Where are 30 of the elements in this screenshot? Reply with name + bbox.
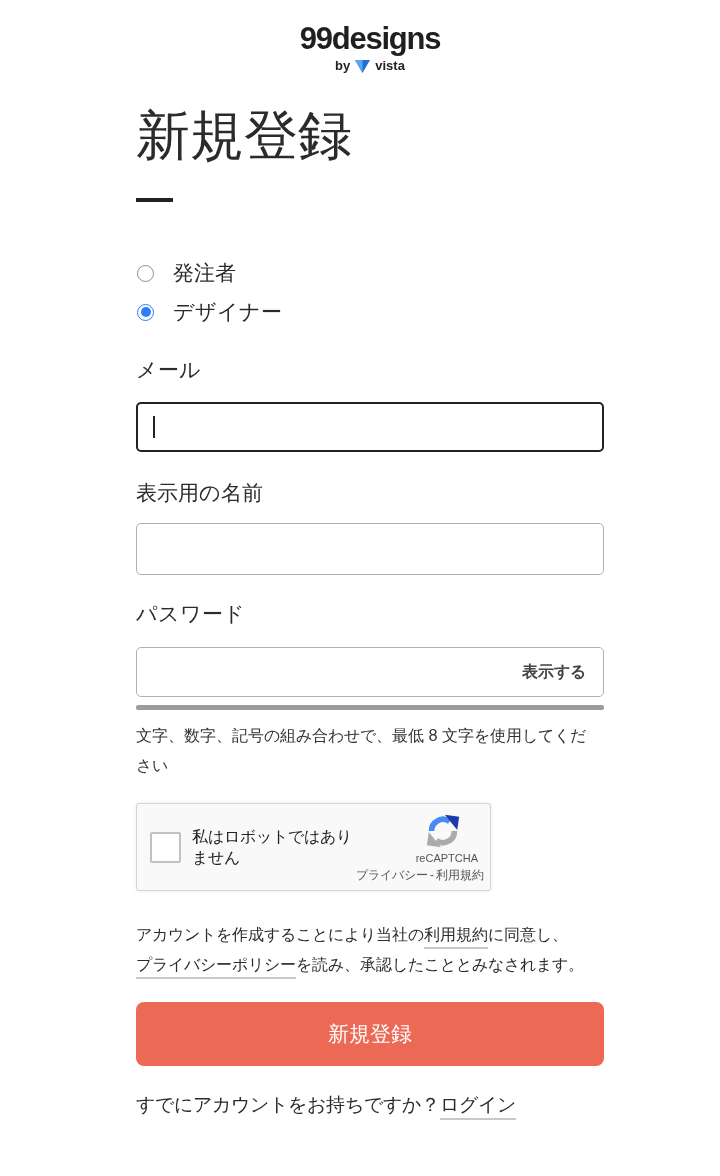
text-cursor <box>153 416 155 438</box>
terms-link[interactable]: プライバシーポリシー <box>136 956 296 973</box>
password-input[interactable]: 表示する <box>136 647 604 697</box>
show-password-button[interactable]: 表示する <box>520 662 588 682</box>
captcha-privacy-link[interactable]: プライバシー <box>356 868 428 883</box>
brand-byline: by <box>335 58 351 74</box>
v-shape-icon <box>355 59 371 73</box>
field-label: パスワード <box>136 601 246 627</box>
brand-wordmark: 99designs <box>299 22 441 56</box>
login-link[interactable]: ログイン <box>440 1094 516 1115</box>
name-input[interactable] <box>136 523 604 575</box>
terms-notice: アカウントを作成することにより当社の利用規約に同意し、 プライバシーポリシーを読み、承認したこととみなされます。 <box>136 925 585 975</box>
link-separator: - <box>430 868 434 883</box>
captcha-checkbox[interactable] <box>150 831 181 863</box>
terms-link[interactable]: 利用規約 <box>424 926 488 943</box>
radio-button[interactable] <box>137 264 154 282</box>
captcha-brand: reCAPTCHA <box>415 852 479 865</box>
email-input[interactable] <box>136 402 604 452</box>
circular-arrows-icon <box>424 812 462 850</box>
captcha-label: 私はロボットではありません <box>192 827 353 868</box>
radio-label[interactable]: デザイナー <box>173 297 282 327</box>
partner-wordmark: vista <box>375 58 405 74</box>
field-label: メール <box>136 357 202 383</box>
radio-button[interactable] <box>137 303 154 321</box>
password-hint: 文字、数字、記号の組み合わせで、最低 8 文字を使用してください <box>136 725 588 776</box>
radio-label[interactable]: 発注者 <box>173 258 236 288</box>
field-label: 表示用の名前 <box>136 480 264 506</box>
login-prompt: すでにアカウントをお持ちですか？ログイン <box>136 1093 517 1117</box>
captcha-terms-link[interactable]: 利用規約 <box>436 868 484 883</box>
page-title: 新規登録 <box>136 104 353 167</box>
